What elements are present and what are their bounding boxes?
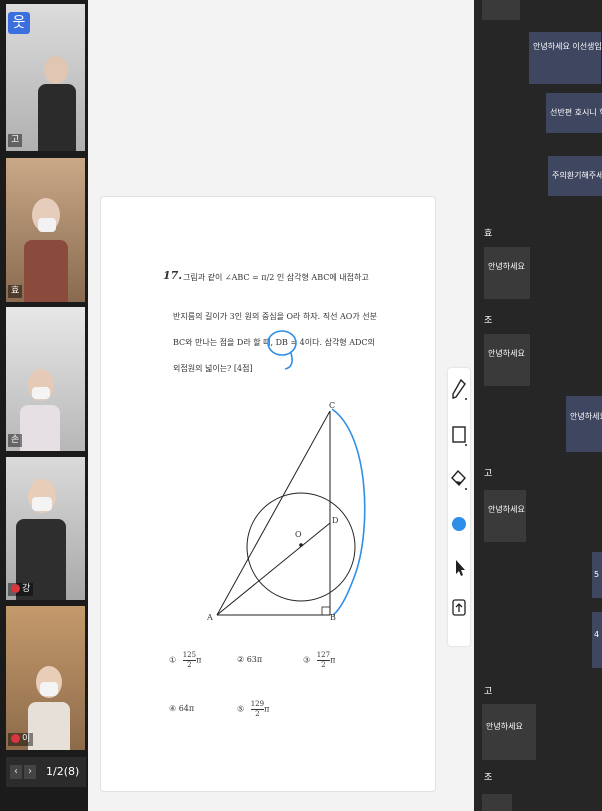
- video-pager: ‹ › 1/2(8): [6, 757, 86, 787]
- chat-message: 안녕하세요: [484, 247, 530, 299]
- chat-panel: 안녕하세요 이선생입니다. 선반편 호시니 학생 주의환기해주세요 효 안녕하세…: [474, 0, 602, 811]
- eraser-icon[interactable]: [450, 468, 468, 490]
- participant-name-tag: 손: [8, 434, 23, 447]
- choice-4: ④ 64π: [169, 704, 195, 713]
- video-tile[interactable]: 이: [6, 606, 85, 750]
- label-o: O: [295, 530, 302, 539]
- label-b: B: [330, 613, 336, 622]
- avatar: [44, 56, 68, 84]
- choice-5: ⑤ 129 2 π: [237, 700, 270, 718]
- chat-message: 4: [592, 612, 602, 668]
- choice-1: ① 125 2 π: [169, 651, 202, 669]
- chat-sender: 효: [484, 229, 493, 239]
- chat-message: 안녕하세요: [482, 704, 536, 760]
- annotation-arc: [331, 408, 366, 616]
- next-page-button[interactable]: ›: [24, 765, 36, 779]
- chat-sender: 고: [484, 469, 493, 479]
- chat-message: 안녕하세요 이선생입니다.: [529, 32, 601, 84]
- annotation-toolbar: [448, 368, 470, 646]
- problem-document: 17. 그림과 같이 ∠ABC = π/2 인 삼각형 ABC에 내접하고 반지…: [100, 196, 436, 792]
- chat-sender: 조: [484, 773, 493, 783]
- prev-page-button[interactable]: ‹: [10, 765, 22, 779]
- participant-video-column: 웃 고 효 손 강 이 ‹ › 1/2(8): [0, 0, 88, 811]
- chat-sender: 조: [484, 316, 493, 326]
- label-a: A: [207, 613, 213, 622]
- rectangle-icon[interactable]: [450, 424, 468, 446]
- upload-icon[interactable]: [450, 596, 468, 618]
- label-c: C: [329, 401, 336, 410]
- video-tile[interactable]: 효: [6, 158, 85, 302]
- video-tile[interactable]: 손: [6, 307, 85, 451]
- person-icon: 웃: [8, 12, 30, 34]
- annotation-stroke: [284, 352, 293, 370]
- participant-name-tag: 고: [8, 134, 23, 147]
- participant-name-tag: 효: [8, 285, 23, 298]
- chat-message: 선반편 호시니 학생: [546, 93, 602, 133]
- chat-message: 안녕하세요: [484, 490, 526, 542]
- chat-header-bubble: [482, 0, 520, 20]
- chat-message: 안녕하세요 (안: [566, 396, 602, 452]
- mic-muted-icon: [11, 734, 20, 743]
- color-picker-icon[interactable]: [450, 512, 468, 534]
- chat-message: [482, 794, 512, 811]
- video-tile[interactable]: 강: [6, 457, 85, 600]
- mic-muted-icon: [11, 584, 20, 593]
- video-tile[interactable]: 웃 고: [6, 4, 85, 151]
- pen-icon[interactable]: [450, 378, 468, 400]
- chat-message: 5: [592, 552, 602, 598]
- participant-name-tag: 강: [8, 583, 34, 596]
- choice-3: ③ 127 2 π: [303, 651, 336, 669]
- chat-sender: 고: [484, 687, 493, 697]
- chat-message: 주의환기해주세요: [548, 156, 602, 196]
- pointer-icon[interactable]: [450, 556, 468, 578]
- chat-message: 안녕하세요: [484, 334, 530, 386]
- page-indicator: 1/2(8): [46, 765, 80, 778]
- label-d: D: [332, 516, 339, 525]
- annotation-circle: [267, 330, 297, 356]
- participant-name-tag: 이: [8, 733, 34, 746]
- choice-2: ② 63π: [237, 655, 263, 664]
